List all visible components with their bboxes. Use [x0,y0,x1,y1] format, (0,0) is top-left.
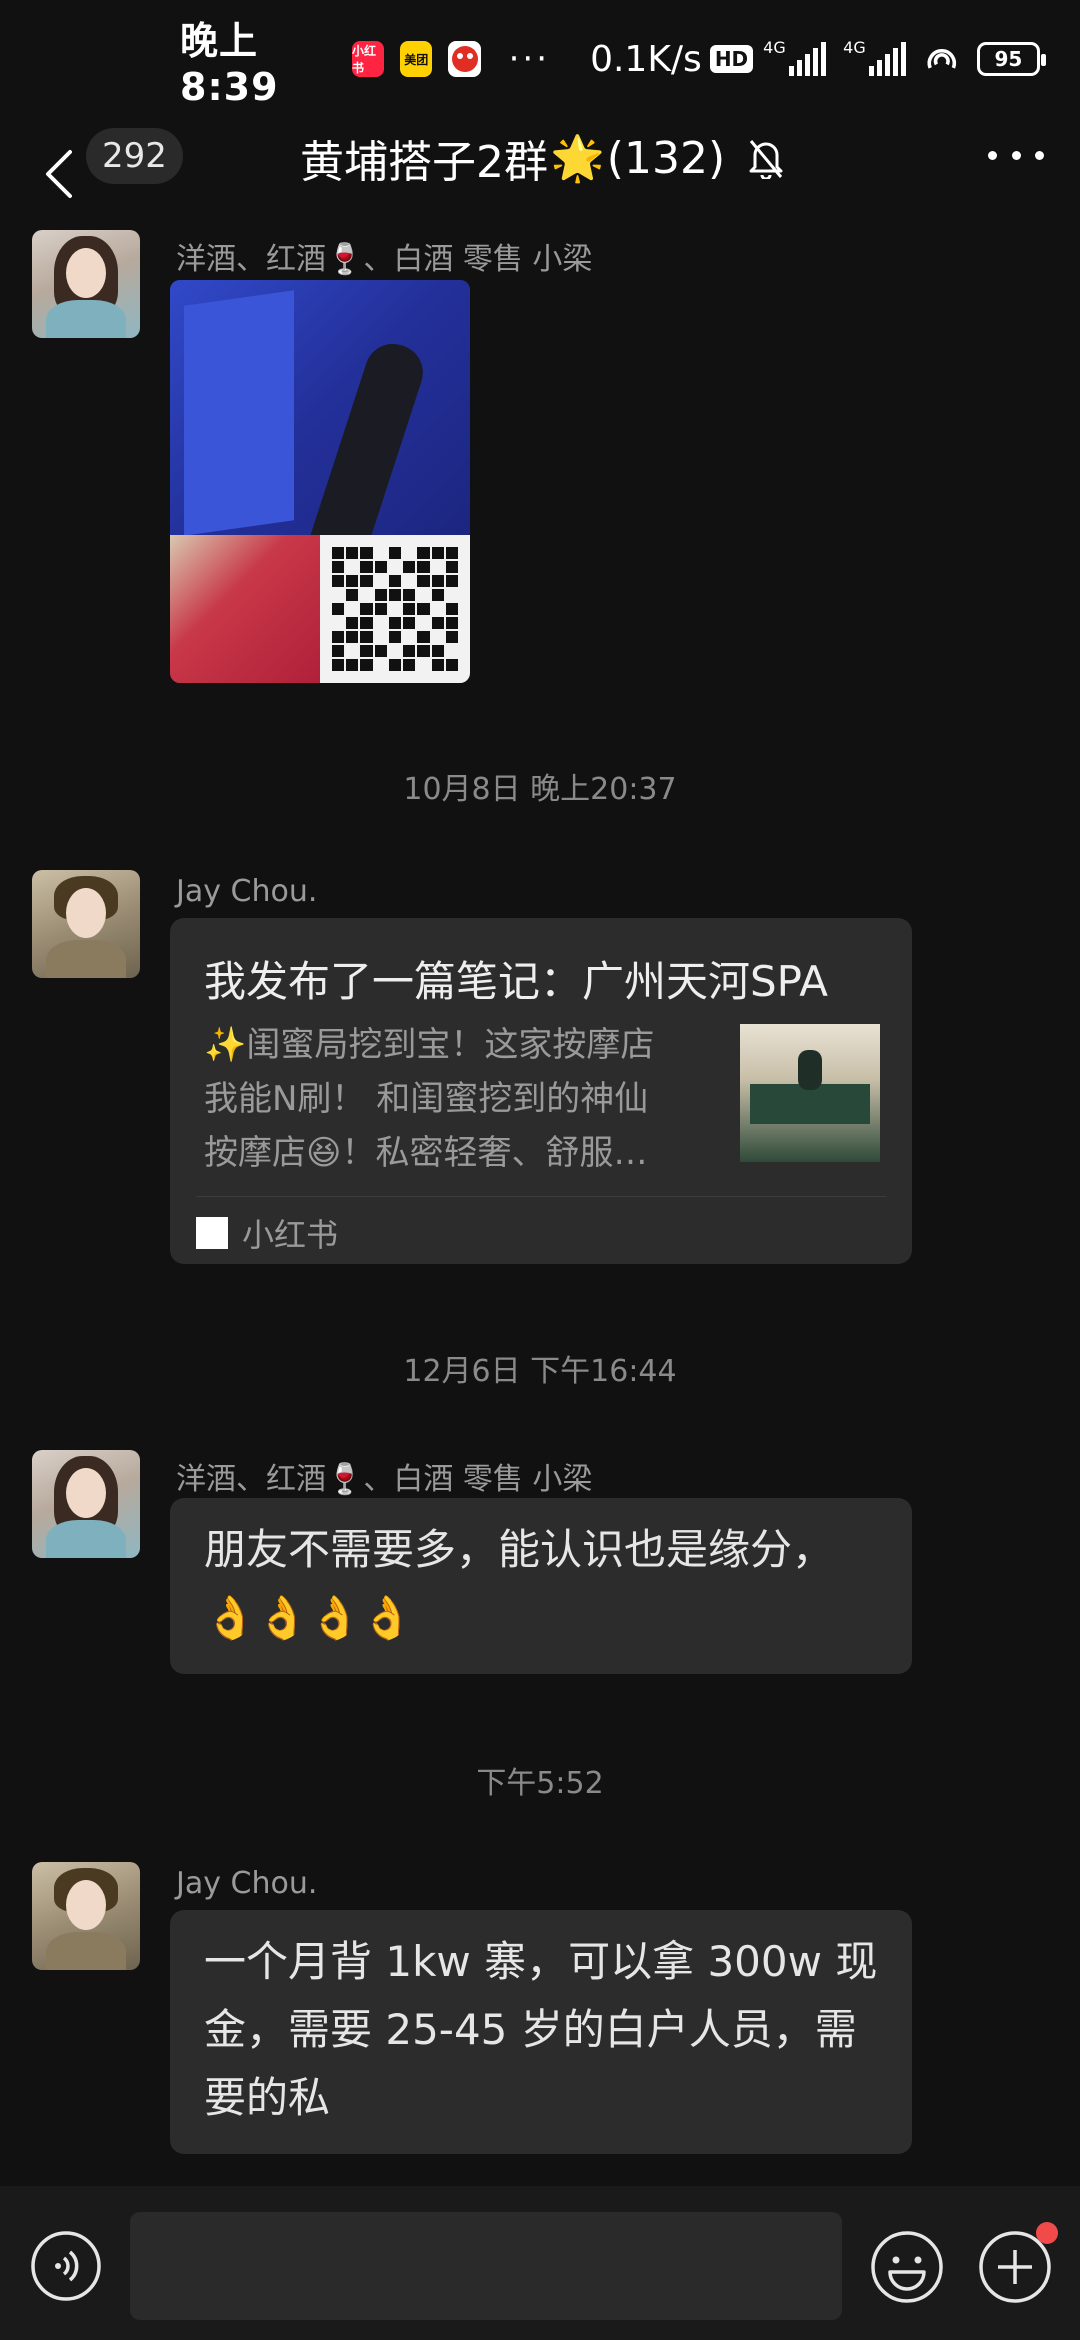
sender-name: 洋酒、红酒🍷、白酒 零售 小梁 [176,1462,593,1497]
notification-more-icon: ··· [508,39,551,79]
share-desc-line: 我能N刷！ 和闺蜜挖到的神仙 [204,1079,649,1119]
avatar[interactable] [32,1450,140,1558]
signal-label: 4G [843,38,866,57]
share-description: ✨闺蜜局挖到宝！这家按摩店 我能N刷！ 和闺蜜挖到的神仙 按摩店😆！私密轻奢、舒… [204,1018,704,1180]
share-thumbnail [740,1024,880,1162]
avatar[interactable] [32,230,140,338]
share-desc-line: ✨闺蜜局挖到宝！这家按摩店 [204,1025,655,1065]
share-source-label: 小红书 [242,1216,339,1254]
message-text: 一个月背 1kw 寨，可以拿 300w 现 [204,1937,878,1986]
sender-name: 洋酒、红酒🍷、白酒 零售 小梁 [176,242,593,277]
input-bar [0,2186,1080,2340]
more-options-button[interactable] [988,140,1044,170]
voice-input-icon[interactable] [30,2230,102,2302]
status-time: 晚上8:39 [180,18,279,109]
message-text: 金，需要 25-45 岁的白户人员，需 [204,2005,857,2054]
share-title: 我发布了一篇笔记：广州天河SPA [204,957,829,1006]
star-emoji: 🌟 [550,133,605,184]
message-bubble[interactable]: 一个月背 1kw 寨，可以拿 300w 现 金，需要 25-45 岁的白户人员，… [170,1910,912,2154]
message-text: 朋友不需要多，能认识也是缘分， [204,1525,835,1574]
message-bubble[interactable]: 朋友不需要多，能认识也是缘分， 👌👌👌👌 [170,1498,912,1674]
chat-title[interactable]: 黄埔搭子2群 🌟 (132) [300,128,785,188]
member-count: (132) [606,132,726,184]
message-input[interactable] [130,2212,842,2320]
xiaohongshu-icon [196,1217,228,1249]
back-arrow-icon[interactable] [40,148,80,200]
chat-screen: 晚上8:39 小红书 美团 ··· 0.1K/s HD 4G 4G 95 292… [0,0,1080,2340]
image-message[interactable] [170,280,470,683]
signal-label: 4G [763,38,786,57]
group-name: 黄埔搭子2群 [300,137,548,188]
battery-icon: 95 [976,42,1047,76]
pinduoduo-app-icon [448,41,481,77]
avatar[interactable] [32,870,140,978]
avatar[interactable] [32,1862,140,1970]
notification-dot [1036,2222,1058,2244]
meituan-app-icon: 美团 [400,41,433,77]
signal-icon: 4G [763,38,829,76]
network-speed: 0.1K/s [590,38,702,80]
message-text: 要的私 [204,2073,331,2122]
hotspot-icon [927,49,957,69]
sender-name: Jay Chou. [176,1866,318,1901]
divider [196,1196,886,1197]
timestamp: 下午5:52 [476,1766,604,1801]
xiaohongshu-app-icon: 小红书 [351,41,385,77]
signal-icon: 4G [843,38,909,76]
timestamp: 12月6日 下午16:44 [403,1354,677,1389]
hd-voice-icon: HD [709,45,754,73]
timestamp: 10月8日 晚上20:37 [403,772,677,807]
message-text: 👌👌👌👌 [204,1593,414,1642]
unread-count-badge[interactable]: 292 [86,128,183,184]
sender-name: Jay Chou. [176,874,318,909]
mute-bell-icon [749,140,783,179]
status-bar: 晚上8:39 小红书 美团 ··· 0.1K/s HD 4G 4G 95 [0,0,1080,118]
share-source: 小红书 [196,1210,338,1256]
emoji-icon[interactable] [870,2230,944,2304]
share-desc-line: 按摩店😆！私密轻奢、舒服… [204,1133,648,1173]
qr-code-image [320,535,470,683]
shared-note-card[interactable]: 我发布了一篇笔记：广州天河SPA ✨闺蜜局挖到宝！这家按摩店 我能N刷！ 和闺蜜… [170,918,912,1264]
